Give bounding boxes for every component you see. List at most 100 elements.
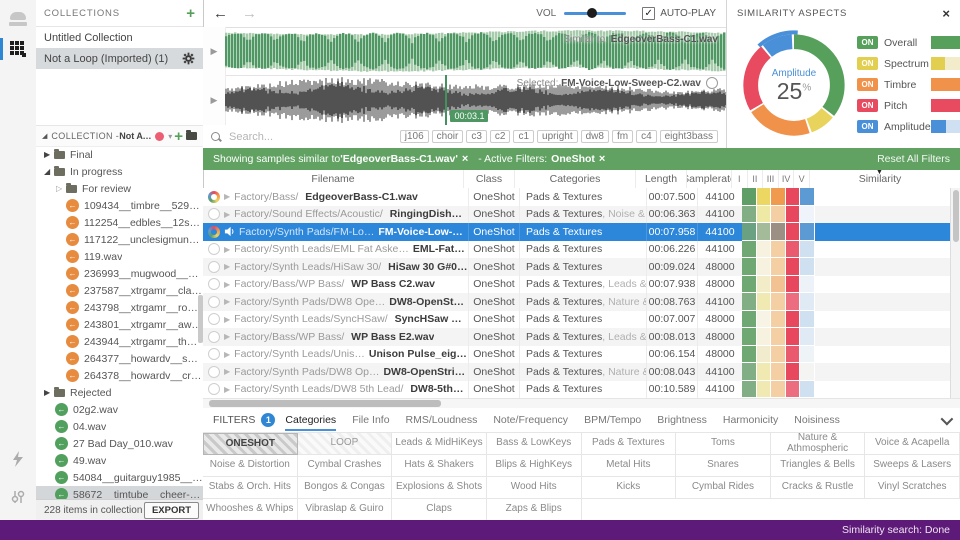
category-button[interactable]: Zaps & Blips bbox=[486, 499, 582, 521]
tree-item[interactable]: Rejected bbox=[36, 384, 203, 401]
tree-item[interactable]: Final bbox=[36, 146, 203, 163]
table-row[interactable]: ▶ Factory/Bass/WP Bass/ WP Bass E2.wav O… bbox=[203, 328, 950, 346]
playhead-cursor[interactable] bbox=[445, 75, 448, 125]
aspect-weight-slider[interactable] bbox=[930, 36, 960, 49]
row-play-icon[interactable]: ▶ bbox=[224, 385, 230, 394]
collapse-panel-icon[interactable] bbox=[940, 412, 954, 425]
tree-item[interactable]: In progress bbox=[36, 163, 203, 180]
category-button[interactable]: Claps bbox=[392, 499, 487, 521]
aspect-on-toggle[interactable]: ON bbox=[857, 120, 878, 133]
table-row[interactable]: ▶ Factory/Synth Pads/FM-Lo…FM-Voice-Low-… bbox=[203, 223, 950, 241]
category-button[interactable]: LOOP bbox=[297, 433, 393, 455]
filter-tab[interactable]: Categories bbox=[285, 410, 337, 431]
add-item-button[interactable]: + bbox=[174, 129, 183, 144]
category-button[interactable]: Leads & MidHiKeys bbox=[392, 433, 487, 455]
search-tag[interactable]: c3 bbox=[466, 130, 487, 143]
tree-item[interactable]: For review bbox=[36, 180, 203, 197]
collection-settings-button[interactable] bbox=[182, 52, 195, 65]
volume-slider[interactable] bbox=[564, 8, 627, 18]
category-button[interactable]: Cymbal Rides bbox=[676, 477, 771, 499]
filter-tab[interactable]: RMS/Loudness bbox=[406, 410, 478, 431]
volume-slider-thumb[interactable] bbox=[587, 8, 598, 18]
filter-tab[interactable]: Harmonicity bbox=[723, 410, 778, 431]
tree-item[interactable]: 243798__xtrgamr__rowdy-… bbox=[36, 299, 203, 316]
search-tag[interactable]: eight3bass bbox=[659, 130, 718, 143]
search-tag[interactable]: c4 bbox=[636, 130, 657, 143]
category-button[interactable]: ONESHOT bbox=[203, 433, 298, 455]
category-button[interactable]: Toms bbox=[676, 433, 771, 455]
table-row[interactable]: ▶ Factory/Synth Leads/EML Fat Aske… EML-F… bbox=[203, 240, 950, 258]
category-button[interactable]: Vinyl Scratches bbox=[865, 477, 960, 499]
tree-item[interactable]: 27 Bad Day_010.wav bbox=[36, 435, 203, 452]
column-aspect-3[interactable]: III bbox=[762, 170, 778, 188]
table-row[interactable]: ▶ Factory/Bass/ EdgeoverBass-C1.wav OneS… bbox=[203, 188, 950, 206]
column-aspect-1[interactable]: I bbox=[731, 170, 747, 188]
filter-tab[interactable]: Brightness bbox=[657, 410, 707, 431]
column-aspect-4[interactable]: IV bbox=[777, 170, 794, 188]
collection-item-selected[interactable]: Not a Loop (Imported) (1) bbox=[36, 48, 203, 69]
search-tag[interactable]: upright bbox=[537, 130, 578, 143]
selected-waveform[interactable]: 00:03.1 Selected: FM-Voice-Low-Sweep-C2.… bbox=[225, 75, 727, 125]
tree-item[interactable]: 109434__timbre__52906-vl… bbox=[36, 197, 203, 214]
tree-item[interactable]: 49.wav bbox=[36, 452, 203, 469]
scrollbar-thumb[interactable] bbox=[953, 190, 959, 242]
category-button[interactable]: Kicks bbox=[581, 477, 677, 499]
forward-button[interactable]: → bbox=[242, 5, 257, 22]
aspect-weight-donut[interactable]: Amplitude 25% bbox=[735, 26, 853, 144]
tree-item[interactable]: 264377__howardv__small-… bbox=[36, 350, 203, 367]
chevron-down-icon[interactable]: ▾ bbox=[168, 132, 172, 141]
reset-all-filters-link[interactable]: Reset All Filters bbox=[877, 153, 950, 165]
tree-item[interactable]: 54084__guitarguy1985__civild… bbox=[36, 469, 203, 486]
column-aspect-2[interactable]: II bbox=[746, 170, 763, 188]
category-button[interactable]: Vibraslap & Guiro bbox=[297, 499, 393, 521]
column-filename[interactable]: Filename bbox=[203, 170, 463, 188]
category-button[interactable]: Bongos & Congas bbox=[297, 477, 393, 499]
scrollbar-thumb[interactable] bbox=[209, 400, 441, 407]
search-tag[interactable]: choir bbox=[431, 130, 464, 143]
category-button[interactable]: Metal Hits bbox=[581, 455, 677, 477]
quick-actions-button[interactable] bbox=[0, 446, 36, 472]
table-row[interactable]: ▶ Factory/Synth Pads/DW8 Ope… DW8-OpenStr… bbox=[203, 293, 950, 311]
aspect-weight-slider[interactable] bbox=[930, 78, 960, 91]
collection-item[interactable]: Untitled Collection bbox=[36, 27, 203, 48]
row-play-icon[interactable]: ▶ bbox=[224, 297, 230, 306]
filter-tab[interactable]: Note/Frequency bbox=[493, 410, 568, 431]
row-play-icon[interactable]: ▶ bbox=[224, 315, 230, 324]
clear-similarity-icon[interactable]: × bbox=[462, 153, 468, 165]
similar-waveform[interactable]: Similar to: EdgeoverBass-C1.wav bbox=[225, 27, 726, 75]
tree-item[interactable]: 58672__timtube__cheer-2.wav bbox=[36, 486, 203, 500]
search-tag[interactable]: fm bbox=[611, 130, 634, 143]
aspect-on-toggle[interactable]: ON bbox=[857, 78, 878, 91]
row-play-icon[interactable]: ▶ bbox=[224, 245, 230, 254]
table-row[interactable]: ▶ Factory/Synth Pads/DW8 Op… DW8-OpenStri… bbox=[203, 363, 950, 381]
table-row[interactable]: ▶ Factory/Synth Leads/Unis… Unison Pulse_… bbox=[203, 345, 950, 363]
table-row[interactable]: ▶ Factory/Synth Leads/DW8 5th Lead/ DW8-… bbox=[203, 380, 950, 398]
tree-item[interactable]: 119.wav bbox=[36, 248, 203, 265]
category-button[interactable]: Explosions & Shots bbox=[392, 477, 487, 499]
back-button[interactable]: ← bbox=[213, 5, 228, 22]
category-button[interactable]: Noise & Distortion bbox=[203, 455, 298, 477]
table-row[interactable]: ▶ Factory/Sound Effects/Acoustic/ Ringin… bbox=[203, 205, 950, 223]
category-button[interactable]: Whooshes & Whips bbox=[203, 499, 298, 521]
category-button[interactable]: Voice & Acapella bbox=[865, 433, 960, 455]
category-button[interactable]: Hats & Shakers bbox=[392, 455, 487, 477]
column-length[interactable]: Length bbox=[635, 170, 686, 188]
table-vertical-scrollbar[interactable] bbox=[950, 188, 960, 398]
record-dot-icon[interactable] bbox=[155, 131, 165, 141]
autoplay-checkbox[interactable] bbox=[642, 7, 656, 20]
tree-item[interactable]: 236993__mugwood__air-ra… bbox=[36, 265, 203, 282]
column-similarity[interactable]: ▼ Similarity bbox=[808, 170, 950, 188]
row-play-icon[interactable]: ▶ bbox=[224, 280, 230, 289]
tree-item[interactable]: 117122__unclesigmund__s… bbox=[36, 231, 203, 248]
column-samplerate[interactable]: Samplerate bbox=[686, 170, 731, 188]
filter-tab[interactable]: BPM/Tempo bbox=[584, 410, 641, 431]
column-class[interactable]: Class bbox=[463, 170, 514, 188]
row-play-icon[interactable]: ▶ bbox=[224, 192, 230, 201]
column-aspect-5[interactable]: V bbox=[793, 170, 809, 188]
aspect-on-toggle[interactable]: ON bbox=[857, 57, 878, 70]
table-row[interactable]: ▶ Factory/Synth Leads/HiSaw 30/ HiSaw 30… bbox=[203, 258, 950, 276]
search-tag[interactable]: dw8 bbox=[580, 130, 609, 143]
aspect-on-toggle[interactable]: ON bbox=[857, 99, 878, 112]
aspect-weight-slider[interactable] bbox=[930, 57, 960, 70]
tree-item[interactable]: 264378__howardv__crowd… bbox=[36, 367, 203, 384]
